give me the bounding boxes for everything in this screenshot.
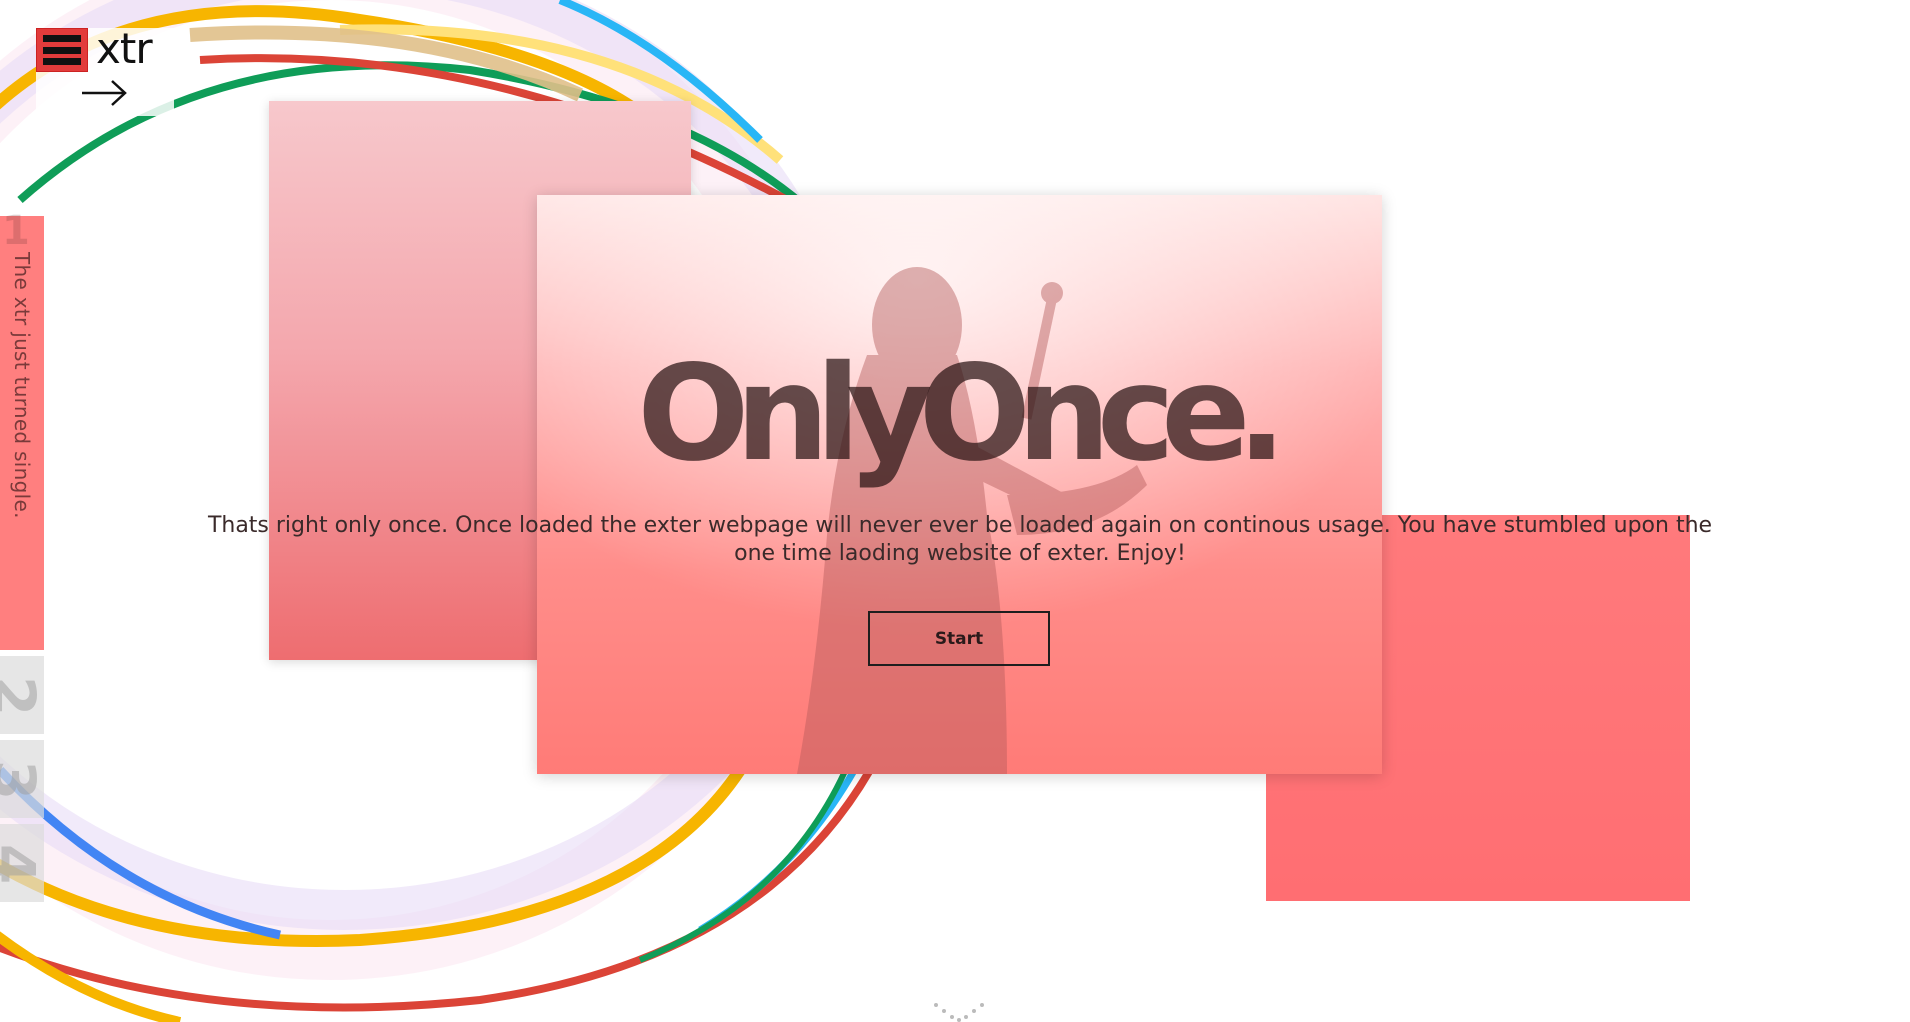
hamburger-menu-icon[interactable] — [36, 28, 88, 72]
hero-title: OnlyOnce. — [637, 337, 1287, 491]
start-button[interactable]: Start — [868, 611, 1050, 666]
sidebar-tab-4[interactable]: 4 — [0, 824, 44, 902]
chevron-down-icon[interactable] — [932, 1002, 986, 1022]
logo-text: xtr — [96, 24, 153, 73]
logo[interactable]: xtr — [36, 24, 174, 116]
sidebar-tab-3[interactable]: 3 — [0, 740, 44, 818]
sidebar-tab-2[interactable]: 2 — [0, 656, 44, 734]
tab-number: 1 — [2, 208, 30, 254]
arrow-right-icon[interactable] — [80, 78, 130, 108]
hero-description: Thats right only once. Once loaded the e… — [207, 513, 1713, 566]
tab-number: 2 — [0, 676, 44, 716]
tab-number: 3 — [0, 760, 44, 800]
tab-number: 4 — [0, 844, 44, 884]
